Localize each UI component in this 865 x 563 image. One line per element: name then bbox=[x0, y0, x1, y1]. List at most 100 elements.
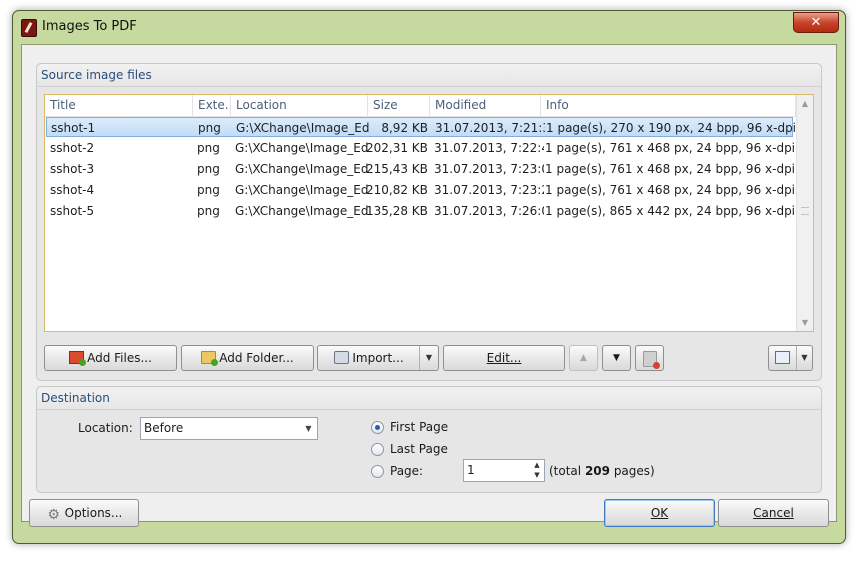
column-header-3[interactable]: Size bbox=[368, 95, 430, 116]
add-folder-label: Add Folder... bbox=[219, 351, 294, 365]
list-header: TitleExte...LocationSizeModifiedInfo bbox=[45, 95, 796, 117]
column-header-4[interactable]: Modified bbox=[430, 95, 541, 116]
destination-group-header: Destination bbox=[37, 387, 821, 410]
move-up-arrow-icon: ▲ bbox=[580, 353, 587, 363]
cell-location: G:\XChange\Image_Edi... bbox=[235, 183, 369, 197]
last-page-radio[interactable] bbox=[371, 443, 384, 456]
images-to-pdf-dialog: Images To PDF ✕ Source image files Title… bbox=[12, 10, 846, 544]
move-up-button[interactable]: ▲ bbox=[569, 345, 598, 371]
scroll-up-arrow-icon[interactable]: ▲ bbox=[798, 96, 812, 111]
options-label: Options... bbox=[64, 506, 123, 520]
table-row[interactable]: sshot-2 png G:\XChange\Image_Edi... 202,31 … bbox=[46, 138, 799, 158]
options-button[interactable]: ⚙ Options... bbox=[29, 499, 139, 527]
add-folder-button[interactable]: Add Folder... bbox=[181, 345, 314, 371]
vertical-scrollbar[interactable]: ▲ ▼ bbox=[796, 95, 813, 331]
cell-info: 1 page(s), 761 x 468 px, 24 bpp, 96 x-dp… bbox=[545, 141, 799, 155]
cell-title: sshot-1 bbox=[51, 121, 96, 135]
scroll-grip-icon bbox=[801, 207, 809, 215]
spin-down-icon[interactable]: ▼ bbox=[530, 470, 544, 480]
image-file-list[interactable]: TitleExte...LocationSizeModifiedInfo ssh… bbox=[44, 94, 814, 332]
cell-location: G:\XChange\Image_Edi... bbox=[235, 162, 369, 176]
location-select[interactable]: Before ▼ bbox=[140, 417, 318, 440]
cell-size: 135,28 KB bbox=[366, 204, 428, 218]
cell-size: 215,43 KB bbox=[366, 162, 428, 176]
list-view-icon bbox=[775, 351, 790, 364]
add-folder-icon bbox=[201, 351, 219, 366]
column-header-1[interactable]: Exte... bbox=[193, 95, 231, 116]
move-down-arrow-icon: ▼ bbox=[613, 353, 620, 363]
total-pages-text: (total 209 pages) bbox=[549, 464, 655, 478]
column-header-0[interactable]: Title bbox=[45, 95, 193, 116]
cell-modified: 31.07.2013, 7:21:36 bbox=[435, 121, 545, 135]
scroll-down-arrow-icon[interactable]: ▼ bbox=[798, 315, 812, 330]
dialog-body: Source image files TitleExte...LocationS… bbox=[21, 44, 837, 522]
ok-label: OK bbox=[650, 506, 669, 520]
last-page-label: Last Page bbox=[390, 442, 448, 456]
cell-ext: png bbox=[197, 204, 220, 218]
cell-info: 1 page(s), 761 x 468 px, 24 bpp, 96 x-dp… bbox=[545, 183, 799, 197]
edit-button[interactable]: Edit... bbox=[443, 345, 565, 371]
cell-location: G:\XChange\Image_Edi... bbox=[235, 204, 369, 218]
table-row[interactable]: sshot-1 png G:\XChange\Image_Edi... 8,92 KB… bbox=[46, 117, 800, 137]
import-label: Import... bbox=[352, 351, 404, 365]
table-row[interactable]: sshot-3 png G:\XChange\Image_Edi... 215,43 … bbox=[46, 159, 799, 179]
cell-size: 8,92 KB bbox=[381, 121, 428, 135]
table-row[interactable]: sshot-4 png G:\XChange\Image_Edi... 210,82 … bbox=[46, 180, 799, 200]
cancel-label: Cancel bbox=[753, 506, 794, 520]
import-button[interactable]: Import... ▼ bbox=[317, 345, 439, 371]
add-files-label: Add Files... bbox=[87, 351, 152, 365]
cell-location: G:\XChange\Image_Edi... bbox=[236, 121, 370, 135]
cell-title: sshot-5 bbox=[50, 204, 95, 218]
cell-ext: png bbox=[197, 183, 220, 197]
trash-icon bbox=[642, 351, 660, 369]
total-prefix: (total bbox=[549, 464, 585, 478]
cell-info: 1 page(s), 270 x 190 px, 24 bpp, 96 x-dp… bbox=[546, 121, 800, 135]
ok-button[interactable]: OK bbox=[604, 499, 715, 527]
location-label: Location: bbox=[78, 421, 133, 435]
column-header-2[interactable]: Location bbox=[231, 95, 368, 116]
cell-ext: png bbox=[197, 141, 220, 155]
window-title: Images To PDF bbox=[42, 19, 137, 34]
location-select-value: Before bbox=[144, 421, 184, 435]
cell-info: 1 page(s), 865 x 442 px, 24 bpp, 96 x-dp… bbox=[545, 204, 799, 218]
cancel-button[interactable]: Cancel bbox=[718, 499, 829, 527]
view-dropdown-arrow-icon[interactable]: ▼ bbox=[796, 346, 812, 370]
first-page-label: First Page bbox=[390, 420, 449, 434]
import-icon bbox=[334, 351, 350, 364]
page-number-value: 1 bbox=[467, 463, 475, 477]
cell-size: 210,82 KB bbox=[366, 183, 428, 197]
chevron-down-icon: ▼ bbox=[305, 424, 312, 433]
import-dropdown-arrow-icon[interactable]: ▼ bbox=[419, 346, 438, 370]
page-number-spinner[interactable]: 1 ▲ ▼ bbox=[463, 459, 545, 482]
cell-location: G:\XChange\Image_Edi... bbox=[235, 141, 369, 155]
move-down-button[interactable]: ▼ bbox=[602, 345, 631, 371]
cell-title: sshot-3 bbox=[50, 162, 95, 176]
table-row[interactable]: sshot-5 png G:\XChange\Image_Edi... 135,28 … bbox=[46, 201, 799, 221]
cell-info: 1 page(s), 761 x 468 px, 24 bpp, 96 x-dp… bbox=[545, 162, 799, 176]
cell-modified: 31.07.2013, 7:23:00 bbox=[434, 162, 544, 176]
cell-title: sshot-4 bbox=[50, 183, 95, 197]
gears-icon: ⚙ bbox=[47, 507, 60, 523]
close-button[interactable]: ✕ bbox=[793, 12, 839, 33]
app-icon bbox=[21, 19, 37, 37]
cell-title: sshot-2 bbox=[50, 141, 95, 155]
view-mode-button[interactable]: ▼ bbox=[768, 345, 813, 371]
add-files-button[interactable]: Add Files... bbox=[44, 345, 177, 371]
delete-button[interactable] bbox=[635, 345, 664, 371]
page-radio-label: Page: bbox=[390, 464, 424, 478]
edit-label: Edit... bbox=[486, 351, 522, 365]
add-files-icon bbox=[69, 351, 87, 366]
page-radio[interactable] bbox=[371, 465, 384, 478]
first-page-radio[interactable] bbox=[371, 421, 384, 434]
total-suffix: pages) bbox=[610, 464, 655, 478]
cell-modified: 31.07.2013, 7:26:02 bbox=[434, 204, 544, 218]
cell-modified: 31.07.2013, 7:23:24 bbox=[434, 183, 544, 197]
column-header-5[interactable]: Info bbox=[541, 95, 796, 116]
cell-modified: 31.07.2013, 7:22:40 bbox=[434, 141, 544, 155]
cell-ext: png bbox=[198, 121, 221, 135]
source-group-header: Source image files bbox=[37, 64, 821, 87]
title-bar: Images To PDF ✕ bbox=[13, 11, 845, 43]
spin-up-icon[interactable]: ▲ bbox=[530, 460, 544, 470]
cell-size: 202,31 KB bbox=[366, 141, 428, 155]
total-pages-count: 209 bbox=[584, 464, 610, 478]
